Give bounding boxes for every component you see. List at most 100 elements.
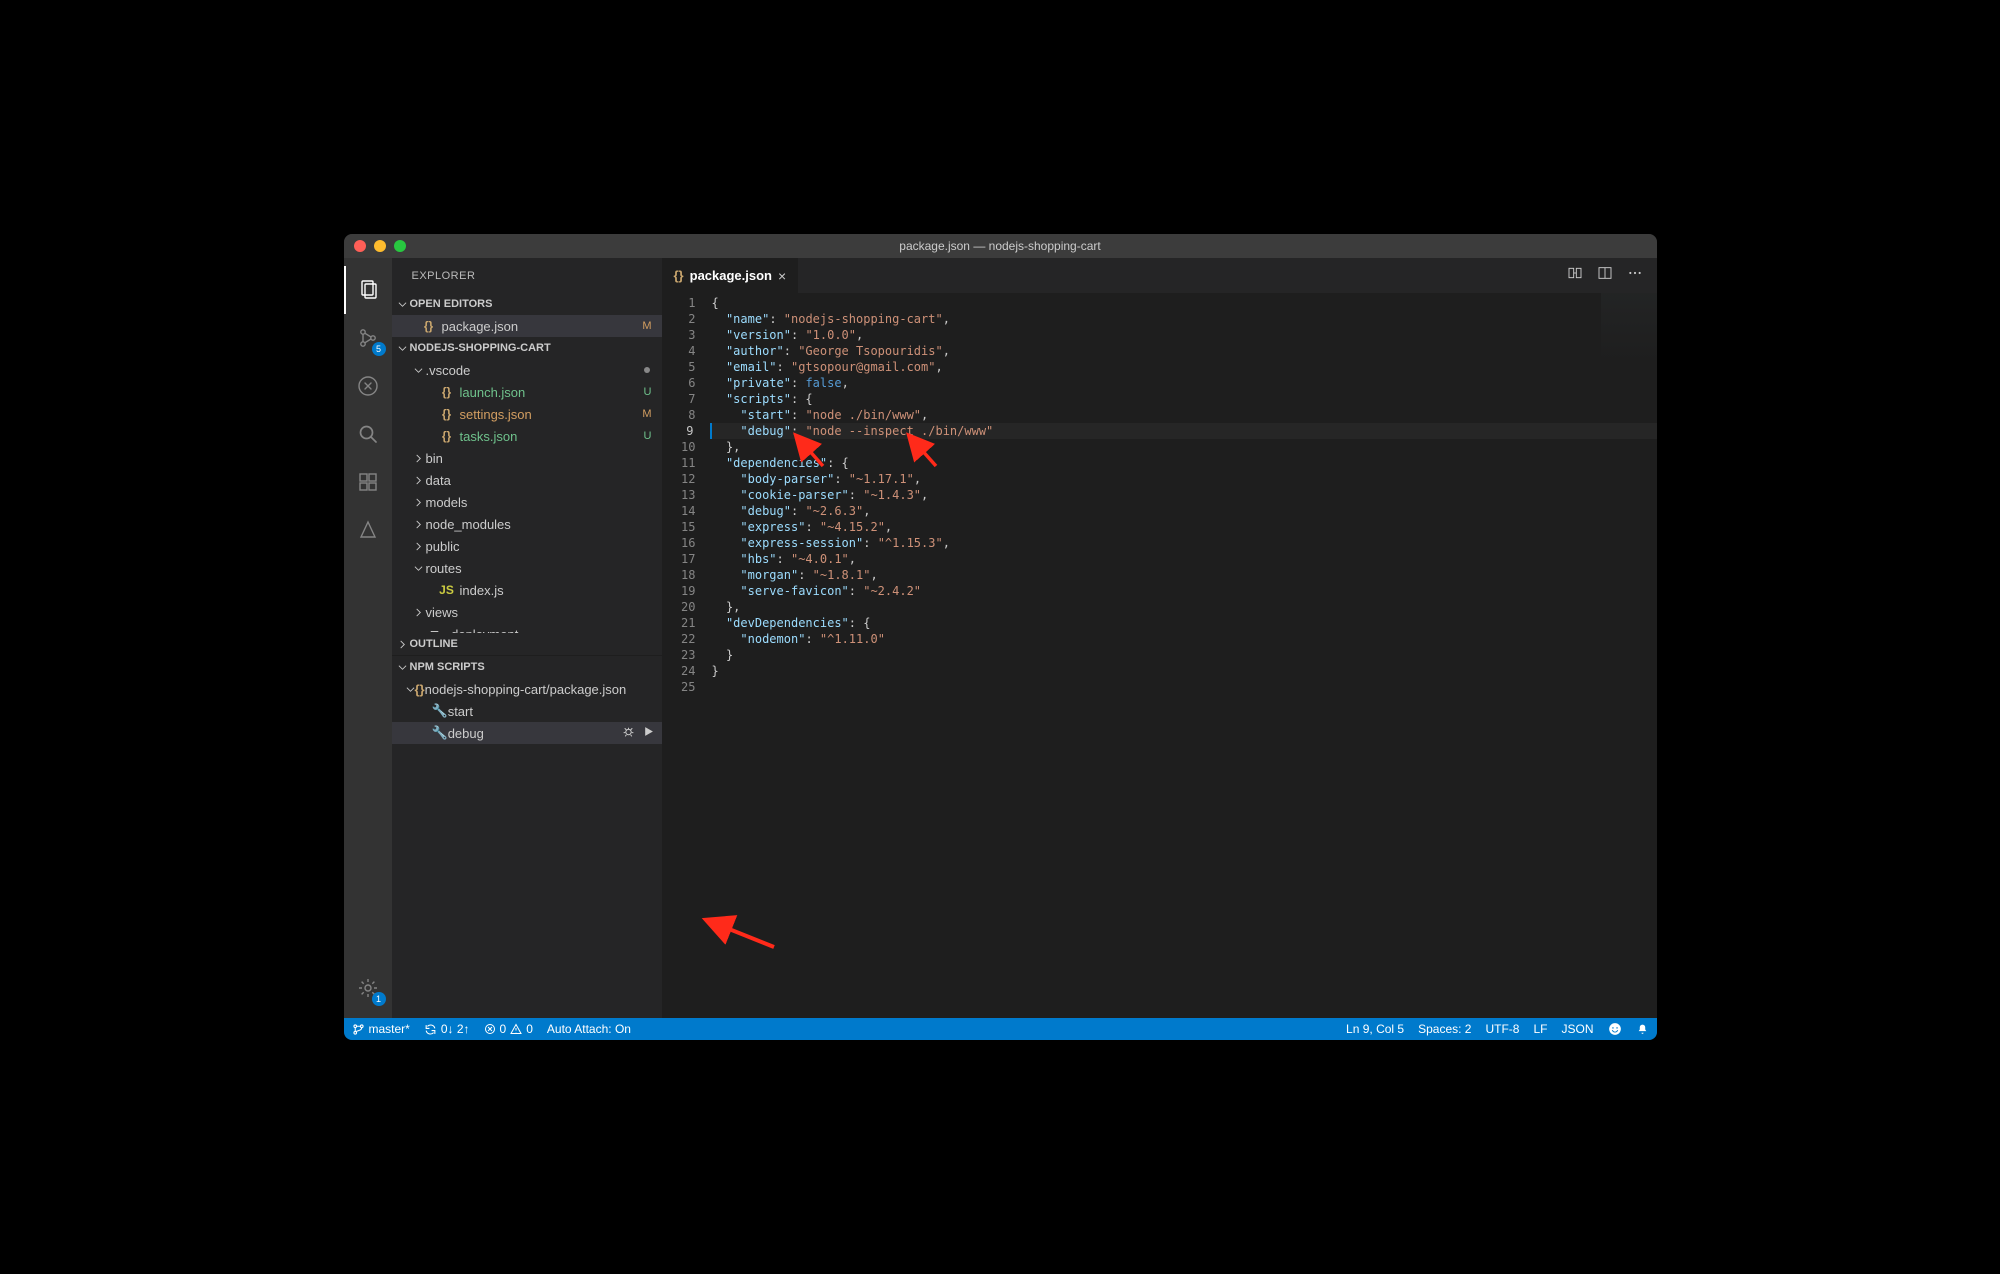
- file-icon: ≣: [426, 627, 444, 633]
- tab-package-json[interactable]: {} package.json ×: [662, 258, 799, 293]
- file-tree: .vscode {} launch.json U {} settings.json M {} t…: [392, 359, 662, 633]
- npm-script-start[interactable]: 🔧 start: [392, 700, 662, 722]
- braces-icon: {}: [674, 268, 684, 283]
- sidebar-title: EXPLORER: [392, 258, 662, 293]
- close-window[interactable]: [354, 240, 366, 252]
- folder-row[interactable]: .vscode: [392, 359, 662, 381]
- chevron-icon: [412, 454, 426, 463]
- tree-label: index.js: [460, 583, 504, 598]
- status-encoding[interactable]: UTF-8: [1485, 1022, 1519, 1036]
- npm-script-debug[interactable]: 🔧 debug: [392, 722, 662, 744]
- activity-explorer[interactable]: [344, 266, 392, 314]
- tree-label: .vscode: [426, 363, 471, 378]
- chevron-icon: [412, 520, 426, 529]
- traffic-lights: [344, 240, 406, 252]
- wrench-icon: 🔧: [432, 703, 448, 719]
- activity-settings[interactable]: 1: [344, 964, 392, 1012]
- tree-label: models: [426, 495, 468, 510]
- activity-extensions[interactable]: [344, 458, 392, 506]
- debug-icon[interactable]: [622, 725, 635, 741]
- braces-icon: {}: [438, 385, 456, 399]
- section-workspace[interactable]: NODEJS-SHOPPING-CART: [392, 337, 662, 359]
- status-feedback[interactable]: [1608, 1022, 1622, 1036]
- folder-row[interactable]: views: [392, 601, 662, 623]
- folder-row[interactable]: node_modules: [392, 513, 662, 535]
- section-outline[interactable]: OUTLINE: [392, 633, 662, 655]
- status-language[interactable]: JSON: [1561, 1022, 1593, 1036]
- npm-scripts-header[interactable]: NPM SCRIPTS: [392, 656, 662, 678]
- status-sync[interactable]: 0↓ 2↑: [424, 1022, 470, 1036]
- file-row[interactable]: ≣.deployment: [392, 623, 662, 633]
- chevron-icon: [412, 498, 426, 507]
- file-status: M: [642, 408, 651, 420]
- more-icon[interactable]: [1627, 265, 1643, 286]
- code-content[interactable]: { "name": "nodejs-shopping-cart", "versi…: [712, 293, 1657, 1018]
- sidebar: EXPLORER OPEN EDITORS {} package.json M …: [392, 258, 662, 1018]
- activity-debug[interactable]: [344, 362, 392, 410]
- code-editor[interactable]: 1234567891011121314151617181920212223242…: [662, 293, 1657, 1018]
- npm-scripts-title: NPM SCRIPTS: [410, 661, 485, 673]
- folder-row[interactable]: bin: [392, 447, 662, 469]
- folder-row[interactable]: routes: [392, 557, 662, 579]
- compare-icon[interactable]: [1567, 265, 1583, 286]
- npm-script-label: start: [448, 704, 473, 719]
- tree-label: bin: [426, 451, 443, 466]
- file-row[interactable]: {} settings.json M: [392, 403, 662, 425]
- window-title: package.json — nodejs-shopping-cart: [344, 239, 1657, 253]
- close-icon[interactable]: ×: [778, 268, 786, 284]
- status-m: M: [642, 320, 651, 332]
- split-icon[interactable]: [1597, 265, 1613, 286]
- tree-label: settings.json: [460, 407, 532, 422]
- braces-icon: {}: [438, 429, 456, 443]
- open-editor-item[interactable]: {} package.json M: [392, 315, 662, 337]
- chevron-icon: [412, 366, 426, 375]
- npm-package-row[interactable]: {} nodejs-shopping-cart/package.json: [392, 678, 662, 700]
- editor-area: {} package.json × 1234567891011121314151…: [662, 258, 1657, 1018]
- chevron-icon: [412, 542, 426, 551]
- file-row[interactable]: {} tasks.json U: [392, 425, 662, 447]
- status-eol[interactable]: LF: [1533, 1022, 1547, 1036]
- file-row[interactable]: {} launch.json U: [392, 381, 662, 403]
- titlebar[interactable]: package.json — nodejs-shopping-cart: [344, 234, 1657, 258]
- npm-script-actions: [622, 725, 654, 741]
- status-bar: master* 0↓ 2↑ 0 0 Auto Attach: On Ln 9, …: [344, 1018, 1657, 1040]
- file-status: U: [644, 386, 652, 398]
- activity-search[interactable]: [344, 410, 392, 458]
- braces-icon: {}: [438, 407, 456, 421]
- minimap[interactable]: [1601, 293, 1657, 363]
- wrench-icon: 🔧: [432, 725, 448, 741]
- tab-label: package.json: [690, 268, 772, 283]
- maximize-window[interactable]: [394, 240, 406, 252]
- file-status: U: [644, 430, 652, 442]
- chevron-icon: [412, 608, 426, 617]
- status-problems[interactable]: 0 0: [484, 1022, 533, 1036]
- folder-row[interactable]: data: [392, 469, 662, 491]
- open-editor-label: package.json: [442, 319, 519, 334]
- activity-scm[interactable]: 5: [344, 314, 392, 362]
- modified-dot: [644, 367, 650, 373]
- status-branch[interactable]: master*: [352, 1022, 410, 1036]
- folder-row[interactable]: public: [392, 535, 662, 557]
- section-open-editors[interactable]: OPEN EDITORS: [392, 293, 662, 315]
- sync-label: 0↓ 2↑: [441, 1022, 470, 1036]
- tree-label: launch.json: [460, 385, 526, 400]
- run-icon[interactable]: [643, 725, 654, 741]
- chevron-icon: [412, 564, 426, 573]
- status-autoattach[interactable]: Auto Attach: On: [547, 1022, 631, 1036]
- status-ln-col[interactable]: Ln 9, Col 5: [1346, 1022, 1404, 1036]
- activity-bar: 5 1: [344, 258, 392, 1018]
- file-row[interactable]: JSindex.js: [392, 579, 662, 601]
- settings-badge: 1: [372, 992, 386, 1006]
- activity-azure[interactable]: [344, 506, 392, 554]
- warnings-count: 0: [526, 1022, 533, 1036]
- status-bell[interactable]: [1636, 1023, 1649, 1036]
- folder-row[interactable]: models: [392, 491, 662, 513]
- tree-label: tasks.json: [460, 429, 518, 444]
- tab-actions: [1567, 258, 1657, 293]
- npm-script-label: debug: [448, 726, 484, 741]
- minimize-window[interactable]: [374, 240, 386, 252]
- status-spaces[interactable]: Spaces: 2: [1418, 1022, 1471, 1036]
- outline-title: OUTLINE: [410, 638, 458, 650]
- tree-label: data: [426, 473, 451, 488]
- section-npm-scripts: NPM SCRIPTS {} nodejs-shopping-cart/pack…: [392, 655, 662, 744]
